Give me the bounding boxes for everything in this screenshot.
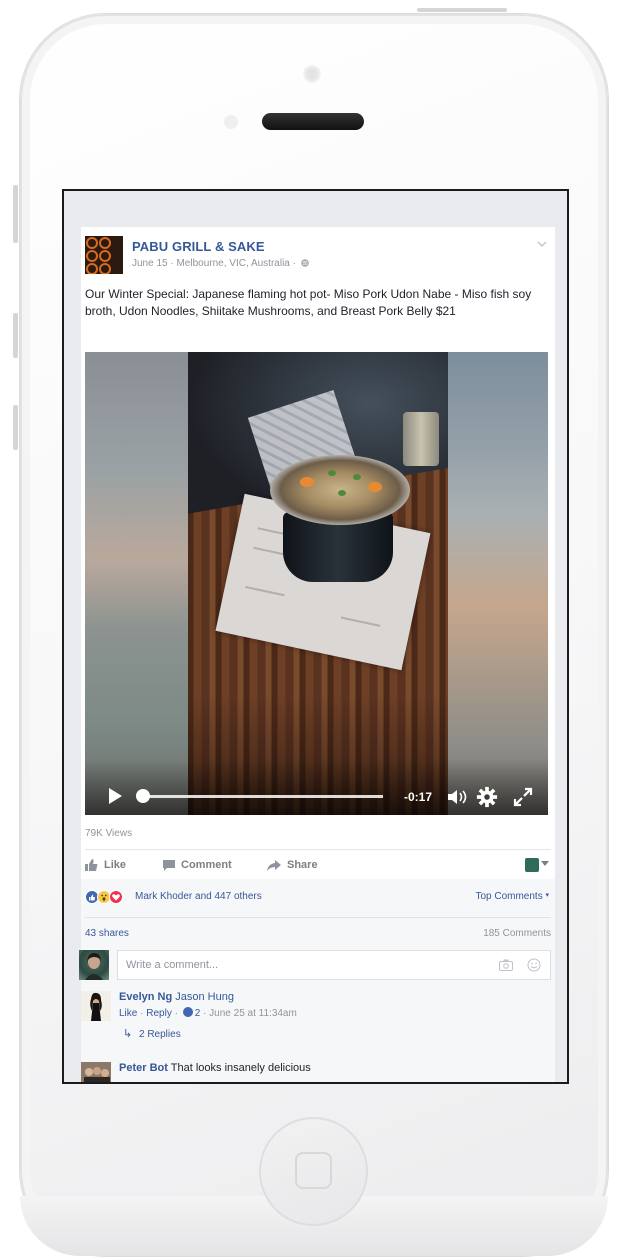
commenter-avatar[interactable] bbox=[81, 991, 111, 1021]
shares-count[interactable]: 43 shares bbox=[85, 928, 129, 939]
volume-down-button bbox=[13, 405, 18, 450]
view-count: 79K Views bbox=[85, 828, 133, 839]
top-comments-label: Top Comments bbox=[475, 891, 543, 902]
feedback-section: Mark Khoder and 447 others Top Comments … bbox=[79, 879, 555, 1082]
like-count-icon bbox=[182, 1007, 193, 1017]
commenter-name[interactable]: Peter Bot bbox=[119, 1062, 168, 1074]
share-label: Share bbox=[287, 859, 318, 871]
page-name-link[interactable]: PABU GRILL & SAKE bbox=[132, 239, 265, 254]
video-controls: -0:17 bbox=[85, 759, 548, 815]
commenter-name[interactable]: Evelyn Ng bbox=[119, 991, 172, 1003]
comment-like-link[interactable]: Like bbox=[119, 1008, 137, 1019]
video-blur-right bbox=[448, 352, 548, 815]
status-bar bbox=[64, 191, 567, 225]
comment-body: Peter Bot That looks insanely delicious bbox=[119, 1062, 539, 1074]
video-player[interactable]: -0:17 bbox=[85, 352, 548, 815]
proximity-sensor bbox=[224, 115, 238, 129]
silent-switch bbox=[13, 185, 18, 243]
phone-screen: PABU GRILL & SAKE June 15 · Melbourne, V… bbox=[62, 189, 569, 1084]
post-meta: June 15 · Melbourne, VIC, Australia · bbox=[132, 258, 309, 269]
comment-input[interactable] bbox=[117, 950, 551, 980]
comment-body: Evelyn Ng Jason Hung Like · Reply · 2 · … bbox=[119, 991, 539, 1040]
video-blur-left bbox=[85, 352, 188, 815]
globe-icon bbox=[301, 259, 309, 267]
comment-meta: Like · Reply · 2 · June 25 at 11:34am bbox=[119, 1007, 297, 1019]
thumbs-up-icon bbox=[85, 859, 98, 871]
post-header: PABU GRILL & SAKE June 15 · Melbourne, V… bbox=[85, 236, 551, 276]
comments-count[interactable]: 185 Comments bbox=[483, 928, 551, 939]
comment-label: Comment bbox=[181, 859, 232, 871]
view-replies-link[interactable]: ↳ 2 Replies bbox=[123, 1027, 539, 1040]
home-button[interactable] bbox=[259, 1117, 368, 1226]
progress-bar[interactable] bbox=[140, 795, 383, 798]
top-comments-dropdown[interactable]: Top Comments ▾ bbox=[475, 891, 549, 902]
front-camera bbox=[303, 65, 321, 83]
reactions-row: Mark Khoder and 447 others Top Comments … bbox=[85, 888, 551, 908]
love-reaction-icon bbox=[109, 890, 123, 904]
page-avatar[interactable] bbox=[85, 236, 123, 274]
comment-icon bbox=[163, 859, 175, 871]
post-date-location: June 15 · Melbourne, VIC, Australia · bbox=[132, 258, 296, 269]
like-button[interactable]: Like bbox=[85, 850, 126, 880]
power-button bbox=[417, 8, 507, 12]
time-remaining: -0:17 bbox=[404, 790, 433, 804]
post-card: PABU GRILL & SAKE June 15 · Melbourne, V… bbox=[79, 227, 555, 1082]
earpiece-speaker bbox=[262, 113, 364, 130]
caret-down-icon[interactable] bbox=[541, 861, 549, 866]
like-label: Like bbox=[104, 859, 127, 871]
comment-reply-link[interactable]: Reply bbox=[146, 1008, 172, 1019]
camera-icon[interactable] bbox=[499, 959, 513, 971]
viewer-avatar[interactable] bbox=[525, 858, 539, 872]
commenter-avatar[interactable] bbox=[81, 1062, 111, 1082]
chevron-down-icon[interactable] bbox=[537, 240, 547, 250]
caret-down-icon: ▾ bbox=[545, 892, 549, 899]
action-bar: Like Comment Share bbox=[85, 849, 551, 880]
replies-count: 2 Replies bbox=[139, 1029, 181, 1040]
share-icon bbox=[267, 859, 281, 871]
fullscreen-icon[interactable] bbox=[513, 787, 533, 807]
play-icon[interactable] bbox=[109, 788, 122, 804]
comment-composer bbox=[79, 949, 553, 985]
post-text: Our Winter Special: Japanese flaming hot… bbox=[85, 287, 532, 318]
divider bbox=[85, 917, 551, 918]
home-square-icon bbox=[295, 1152, 332, 1189]
reply-arrow-icon: ↳ bbox=[123, 1028, 133, 1040]
comment-text: That looks insanely delicious bbox=[170, 1062, 311, 1074]
comment-timestamp[interactable]: June 25 at 11:34am bbox=[209, 1008, 297, 1019]
comment-mention[interactable]: Jason Hung bbox=[175, 991, 234, 1003]
comment-button[interactable]: Comment bbox=[163, 850, 232, 880]
video-frame bbox=[188, 352, 448, 815]
share-button[interactable]: Share bbox=[267, 850, 318, 880]
gear-icon[interactable] bbox=[476, 786, 498, 808]
reactions-summary[interactable]: Mark Khoder and 447 others bbox=[135, 891, 262, 902]
volume-icon[interactable] bbox=[446, 789, 470, 805]
volume-up-button bbox=[13, 313, 18, 358]
emoji-icon[interactable] bbox=[527, 958, 541, 972]
progress-handle[interactable] bbox=[136, 789, 150, 803]
comment-like-count[interactable]: 2 bbox=[195, 1008, 201, 1019]
current-user-avatar bbox=[79, 950, 109, 980]
